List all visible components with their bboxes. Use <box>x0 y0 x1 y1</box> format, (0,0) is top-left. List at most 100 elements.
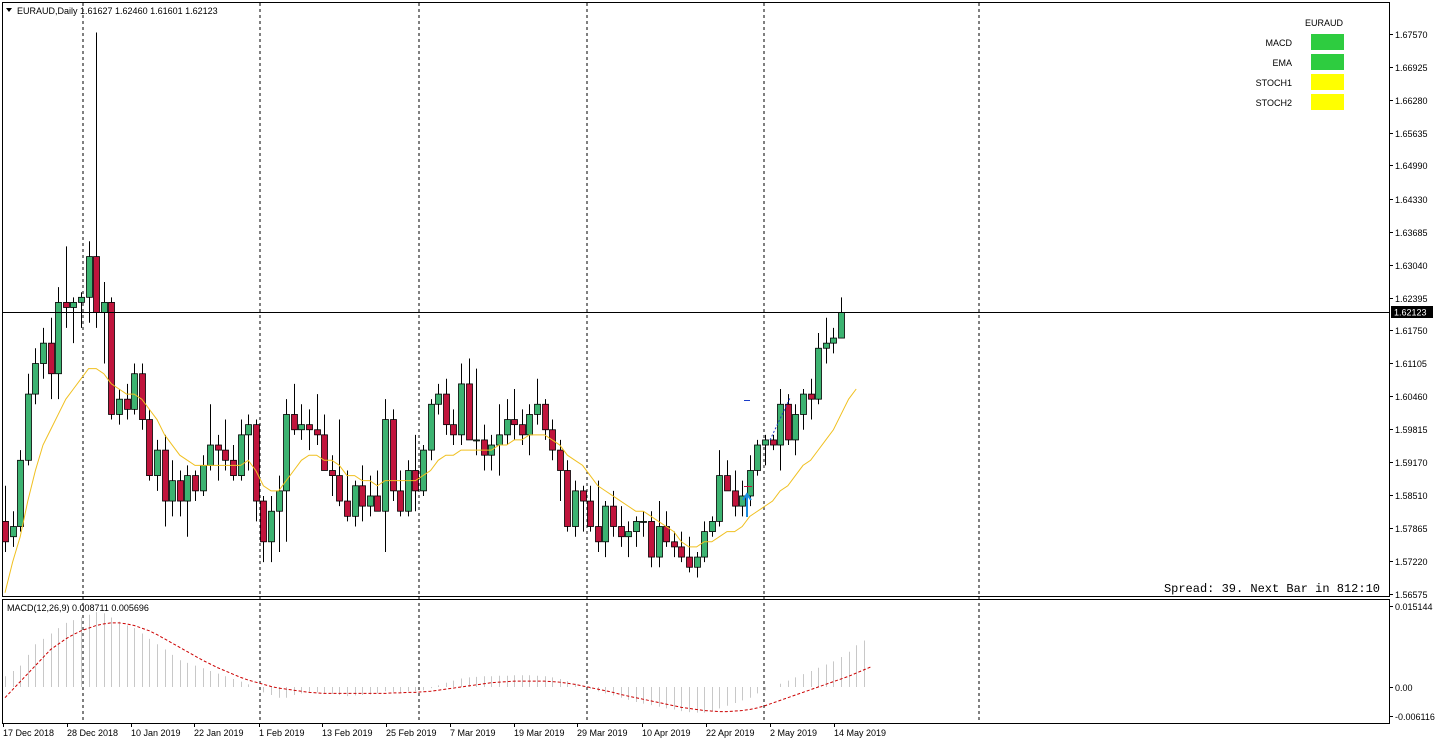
price-tick-label: 1.59170 <box>1395 458 1428 468</box>
candle <box>139 363 146 430</box>
indicator-label-stoch1: STOCH1 <box>1256 78 1292 88</box>
candle-body <box>602 505 609 543</box>
candle-body <box>542 403 549 431</box>
candle-body <box>70 302 77 308</box>
candle <box>108 297 115 420</box>
candle-body <box>184 475 191 502</box>
price-tick-label: 1.62395 <box>1395 294 1428 304</box>
candle-body <box>534 403 541 415</box>
candle-body <box>162 449 169 502</box>
candle-body <box>701 531 708 558</box>
time-tick-label: 13 Feb 2019 <box>322 728 373 738</box>
indicator-swatch-stoch1 <box>1311 74 1344 90</box>
candle-body <box>686 556 693 568</box>
candle-body <box>352 485 359 517</box>
time-tick-label: 2 May 2019 <box>770 728 817 738</box>
candle-body <box>306 424 313 431</box>
chart-header: EURAUD,Daily 1.61627 1.62460 1.61601 1.6… <box>17 6 218 16</box>
candle-body <box>215 444 222 451</box>
candle-body <box>511 419 518 426</box>
candle-body <box>276 490 283 512</box>
time-tick-label: 17 Dec 2018 <box>3 728 54 738</box>
candle-body <box>481 439 488 456</box>
candle-body <box>762 439 769 446</box>
candle-body <box>344 500 351 517</box>
candle-body <box>314 429 321 436</box>
candle-body <box>640 521 647 523</box>
candle-body <box>815 347 822 400</box>
candle-body <box>116 398 123 415</box>
price-tick-label: 1.65635 <box>1395 129 1428 139</box>
candle-body <box>656 526 663 558</box>
candle-body <box>823 342 830 349</box>
candle-body <box>716 475 723 522</box>
price-tick-label: 1.64990 <box>1395 161 1428 171</box>
candle-body <box>86 256 93 298</box>
price-tick-label: 1.57220 <box>1395 557 1428 567</box>
current-price-label: 1.62123 <box>1394 308 1427 318</box>
candle-body <box>200 464 207 492</box>
candle <box>420 445 427 496</box>
candle-body <box>808 393 815 400</box>
time-tick-label: 29 Mar 2019 <box>577 728 628 738</box>
candle-body <box>230 459 237 476</box>
indicator-panel-title: EURAUD <box>1305 18 1344 28</box>
candle-body <box>207 444 214 466</box>
candle-body <box>253 424 260 502</box>
candle-body <box>397 490 404 512</box>
candle-body <box>177 480 184 502</box>
candle-body <box>458 383 465 436</box>
candle-body <box>124 398 131 410</box>
candle-body <box>428 403 435 451</box>
price-tick-label: 1.64330 <box>1395 195 1428 205</box>
time-tick-label: 7 Mar 2019 <box>450 728 496 738</box>
time-tick-label: 10 Jan 2019 <box>131 728 181 738</box>
candle-body <box>260 500 267 543</box>
candle-body <box>222 449 229 461</box>
main-chart-frame <box>2 2 1390 597</box>
macd-header: MACD(12,26,9) 0.008711 0.005696 <box>7 603 149 613</box>
candle-body <box>792 414 799 441</box>
candle-body <box>321 434 328 471</box>
time-tick-label: 10 Apr 2019 <box>642 728 691 738</box>
price-tick-label: 1.63040 <box>1395 261 1428 271</box>
candle-body <box>40 342 47 364</box>
candle-body <box>587 500 594 527</box>
candle-body <box>777 403 784 446</box>
candle-body <box>131 373 138 410</box>
candle-body <box>610 505 617 527</box>
candle-body <box>268 510 275 543</box>
candle-body <box>838 312 845 339</box>
candle-body <box>63 302 70 308</box>
candle-body <box>572 490 579 527</box>
candle-body <box>633 521 640 533</box>
trading-chart[interactable]: 1.67570 1.66925 1.66280 1.65635 1.64990 1.643… <box>0 0 1436 744</box>
candle-body <box>709 521 716 533</box>
indicator-label-stoch2: STOCH2 <box>1256 98 1292 108</box>
candle-body <box>443 393 450 426</box>
macd-tick-label-bottom: -0.006116 <box>1395 712 1435 722</box>
candle-body <box>473 439 480 442</box>
candle-body <box>17 459 24 527</box>
candle-body <box>291 414 298 431</box>
candle-body <box>663 526 670 543</box>
candle-body <box>618 526 625 538</box>
candle-body <box>283 414 290 492</box>
candle-body <box>298 424 305 431</box>
indicator-label-macd: MACD <box>1266 38 1293 48</box>
candle-body <box>101 302 108 313</box>
candle-body <box>557 449 564 471</box>
candle-body <box>724 475 731 492</box>
candle-body <box>382 419 389 512</box>
price-tick-label: 1.59815 <box>1395 425 1428 435</box>
candle-body <box>25 393 32 461</box>
candle-body <box>154 449 161 476</box>
candle-body <box>139 373 146 420</box>
candle-body <box>2 521 9 543</box>
candle <box>390 409 397 502</box>
price-tick-label: 1.61750 <box>1395 326 1428 336</box>
indicator-swatch-ema <box>1311 54 1344 70</box>
price-tick-label: 1.66280 <box>1395 96 1428 106</box>
candle-body <box>359 485 366 507</box>
candle-body <box>336 475 343 502</box>
